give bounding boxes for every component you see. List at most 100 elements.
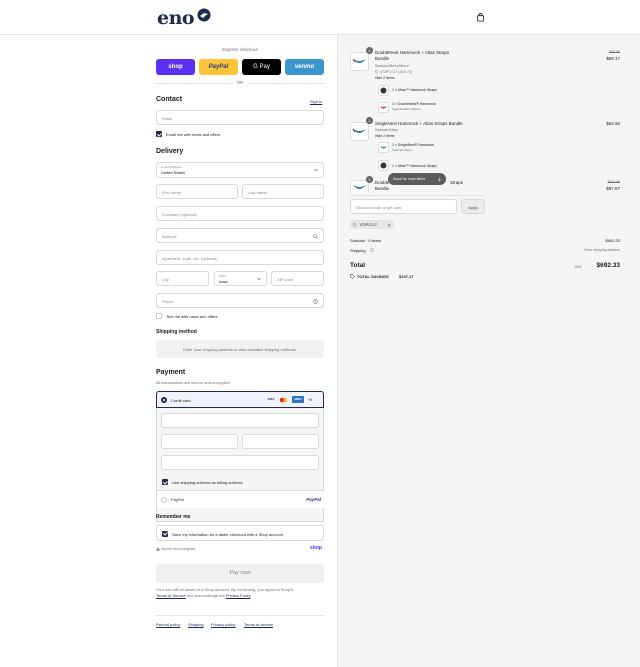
credit-card-radio[interactable] xyxy=(161,396,167,403)
pay-now-button[interactable]: Pay now xyxy=(156,564,324,583)
total-value: $692.33 xyxy=(596,262,621,269)
help-icon[interactable] xyxy=(370,248,374,252)
country-select[interactable]: Country/Region United States xyxy=(156,162,324,178)
subtotal-label: Subtotal · 5 items xyxy=(350,238,382,243)
zip-placeholder: ZIP code xyxy=(277,276,293,282)
help-icon[interactable] xyxy=(313,298,318,304)
savings-value: $107.17 xyxy=(399,274,414,279)
card-cvv-field[interactable] xyxy=(242,434,319,449)
privacy-policy-footer-link[interactable]: Privacy policy xyxy=(211,622,235,627)
express-checkout-title: Express checkout xyxy=(222,47,258,52)
shop-pay-button[interactable]: shop xyxy=(156,59,195,75)
address-field[interactable]: Address xyxy=(156,228,324,243)
legal-line: Your info will be saved to a Shop accoun… xyxy=(156,587,293,592)
brand-logo[interactable]: eno xyxy=(157,7,195,29)
save-info-label: Save my information for a faster checkou… xyxy=(172,531,283,537)
lock-icon xyxy=(156,547,160,551)
email-field[interactable]: Email xyxy=(156,110,324,125)
zip-field[interactable]: ZIP code xyxy=(271,271,324,286)
sub-item-title: 1 × Atlas™ Hammock Straps xyxy=(392,164,437,168)
terms-of-service-footer-link[interactable]: Terms of service xyxy=(244,622,273,627)
apartment-field[interactable]: Apartment, suite, etc. (optional) xyxy=(156,250,324,265)
text-news-label: Text me with news and offers xyxy=(166,314,218,319)
city-field[interactable]: City xyxy=(156,271,209,286)
mastercard-icon xyxy=(280,397,287,402)
sub-item-image xyxy=(378,85,389,96)
pay-now-label: Pay now xyxy=(229,570,251,576)
or-divider: OR xyxy=(156,80,324,85)
straps-icon xyxy=(380,162,387,169)
straps-icon xyxy=(380,87,387,94)
credit-card-option[interactable]: Credit card VISA AMEX +5 xyxy=(156,391,324,408)
email-news-checkbox[interactable] xyxy=(156,131,162,137)
paypal-express-button[interactable]: PayPal xyxy=(199,59,238,75)
google-pay-button[interactable]: G Pay xyxy=(242,59,281,75)
quantity-badge: 1 xyxy=(366,117,373,124)
apartment-placeholder: Apartment, suite, etc. (optional) xyxy=(162,255,218,261)
payment-subtitle: All transactions are secure and encrypte… xyxy=(156,380,231,385)
sign-in-link[interactable]: Sign in xyxy=(310,99,322,104)
card-expiry-field[interactable] xyxy=(161,434,238,449)
hammock-icon xyxy=(380,146,387,149)
save-info-checkbox[interactable] xyxy=(162,530,168,537)
close-icon[interactable] xyxy=(387,223,391,227)
discount-input[interactable]: Discount code or gift card xyxy=(350,199,457,214)
tag-icon xyxy=(375,69,379,74)
applied-code: 4T2PCYJ7 xyxy=(360,222,377,227)
sub-item-variant: Seafoam/Navy xyxy=(392,148,412,152)
item-variant: Seafoam/Navy xyxy=(375,128,398,132)
subtotal-value: $692.33 xyxy=(605,238,620,243)
shipping-method-notice: Enter your shipping address to view avai… xyxy=(156,340,324,358)
arrow-down-icon xyxy=(437,177,442,181)
sub-item-title: 1 × SingleNest® Hammock xyxy=(392,143,435,147)
company-field[interactable]: Company (optional) xyxy=(156,206,324,221)
first-name-field[interactable]: First name xyxy=(156,184,238,199)
text-news-checkbox[interactable] xyxy=(156,313,162,319)
venmo-button[interactable]: venmo xyxy=(285,59,324,75)
credit-card-label: Credit card xyxy=(171,397,191,403)
currency-label: USD xyxy=(574,264,582,269)
item-variant: Seafoam/Berry/Melon xyxy=(375,64,409,68)
state-select[interactable]: State Iowa xyxy=(214,271,267,286)
quantity-badge: 1 xyxy=(366,176,373,183)
privacy-policy-link[interactable]: Privacy Policy xyxy=(226,593,251,598)
remember-heading: Remember me xyxy=(156,514,191,520)
paypal-radio[interactable] xyxy=(161,496,167,503)
order-summary: 1 DoubleNest Hammock + Atlas Straps Bund… xyxy=(337,35,640,667)
billing-same-checkbox[interactable] xyxy=(162,479,168,485)
sub-item-image xyxy=(378,160,389,171)
terms-of-service-link[interactable]: Terms of Service xyxy=(156,593,186,598)
savings-label: TOTAL SAVINGS xyxy=(357,274,389,279)
state-label: State xyxy=(219,274,227,278)
apply-button[interactable]: Apply xyxy=(461,199,485,214)
shipping-link[interactable]: Shipping xyxy=(188,622,204,627)
scroll-more-label: Scroll for more items xyxy=(393,177,426,181)
hide-items-toggle[interactable]: Hide 2 items xyxy=(375,134,394,138)
shopping-bag-icon[interactable] xyxy=(476,13,485,22)
hammock-icon xyxy=(352,58,366,63)
shipping-value: Enter shipping address xyxy=(584,248,620,252)
card-number-field[interactable] xyxy=(161,413,319,428)
save-info-box[interactable]: Save my information for a faster checkou… xyxy=(156,525,324,541)
discount-placeholder: Discount code or gift card xyxy=(356,204,402,210)
legal-period: . xyxy=(250,592,252,598)
paypal-option[interactable]: PayPal PayPal xyxy=(157,491,325,508)
site-header: eno xyxy=(0,0,640,35)
shipping-method-notice-text: Enter your shipping address to view avai… xyxy=(183,346,297,352)
scroll-more-pill[interactable]: Scroll for more items xyxy=(388,173,446,185)
card-name-field[interactable] xyxy=(161,455,319,470)
address-placeholder: Address xyxy=(162,233,177,239)
refund-policy-link[interactable]: Refund policy xyxy=(156,622,180,627)
more-cards-label: +5 xyxy=(308,397,312,402)
original-price: $89.89 xyxy=(609,50,620,54)
hammock-icon xyxy=(352,128,366,133)
product-image xyxy=(350,122,369,141)
phone-field[interactable]: Phone xyxy=(156,293,324,308)
applied-discount-chip: 4T2PCYJ7 xyxy=(350,220,394,229)
billing-same-label: Use shipping address as billing address xyxy=(172,480,243,485)
hide-items-toggle[interactable]: Hide 2 items xyxy=(375,76,394,80)
chevron-down-icon xyxy=(257,277,261,281)
city-placeholder: City xyxy=(162,276,169,282)
item-title: Double xyxy=(375,180,390,185)
last-name-field[interactable]: Last name xyxy=(242,184,324,199)
